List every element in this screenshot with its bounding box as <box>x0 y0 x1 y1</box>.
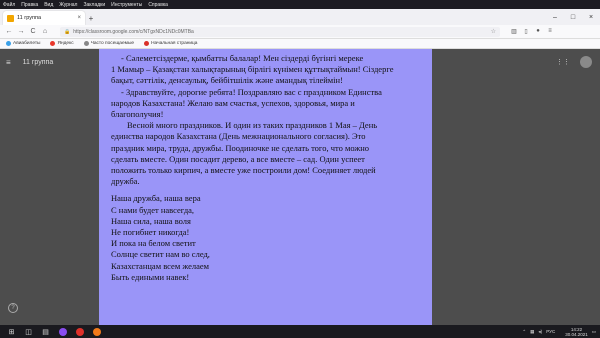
menu-item-tools[interactable]: Инструменты <box>111 2 142 8</box>
yandex-browser-icon[interactable] <box>74 327 85 336</box>
bookmark-label: Яндекс <box>57 41 74 46</box>
network-icon[interactable]: ▦ <box>530 329 534 335</box>
poem-line: Казахстанцам всем желаем <box>111 260 210 271</box>
poem-line: Не погибнет никогда! <box>111 227 190 238</box>
bookmark-star-icon[interactable]: ☆ <box>491 28 496 35</box>
menu-bar: Файл Правка Вид Журнал Закладки Инструме… <box>0 0 600 9</box>
document-text: - Сәлеметсіздерме, қымбатты балалар! Мен… <box>111 53 429 283</box>
extension-icon[interactable]: ● <box>532 28 544 35</box>
apps-grid-icon[interactable]: ⋮⋮ <box>556 58 570 66</box>
language-indicator[interactable]: РУС <box>546 329 555 334</box>
doc-line: дружба. <box>111 176 140 187</box>
system-tray: ⌃ ▦ ◂) РУС 14:22 30.04.2021 ▭ <box>518 327 600 337</box>
bookmark-icon <box>50 41 56 46</box>
forward-button[interactable]: → <box>16 28 26 35</box>
volume-icon[interactable]: ◂) <box>538 329 542 335</box>
start-button[interactable]: ⊞ <box>6 327 17 336</box>
window-controls: – □ × <box>546 9 600 25</box>
menu-item-history[interactable]: Журнал <box>59 2 77 8</box>
menu-item-help[interactable]: Справка <box>148 2 168 8</box>
sidebar-icon[interactable]: ▯ <box>520 28 532 35</box>
poem-line: Наша дружба, наша вера <box>111 193 201 204</box>
lock-icon: 🔒 <box>64 28 71 35</box>
bookmark-aviabilety[interactable]: Авиабилеты <box>6 41 40 46</box>
reload-button[interactable]: C <box>28 28 38 35</box>
doc-line: благополучия! <box>111 109 164 120</box>
doc-line: народов Казахстана! Желаю вам счастья, у… <box>111 97 355 108</box>
bookmark-label: Часто посещаемые <box>90 41 135 46</box>
bookmarks-bar: Авиабилеты Яндекс Часто посещаемые Начал… <box>0 39 600 49</box>
doc-line: бақыт, сәттілік, денсаулық, бейбітшілік … <box>111 75 343 86</box>
poem-line: Солнце светит нам во след, <box>111 249 210 260</box>
menu-item-bookmarks[interactable]: Закладки <box>83 2 105 8</box>
document-viewer[interactable]: - Сәлеметсіздерме, қымбатты балалар! Мен… <box>99 49 432 325</box>
tab-title: 11 группа <box>17 15 42 21</box>
avatar[interactable] <box>580 56 592 68</box>
url-bar[interactable]: 🔒 https://classroom.google.com/c/NTgxNDc… <box>60 26 500 37</box>
taskbar: ⊞ ◫ ▤ ⌃ ▦ ◂) РУС 14:22 30.04.2021 ▭ <box>0 325 600 338</box>
poem-line: Наша сила, наша воля <box>111 215 191 226</box>
hamburger-menu-icon[interactable]: ≡ <box>6 58 11 67</box>
doc-line: праздник мира, труда, дружбы. Поодиночке… <box>111 142 370 153</box>
tray-chevron-icon[interactable]: ⌃ <box>522 329 526 335</box>
bookmark-icon <box>83 41 89 46</box>
task-view-icon[interactable]: ◫ <box>23 327 34 336</box>
maximize-button[interactable]: □ <box>564 14 582 21</box>
home-button[interactable]: ⌂ <box>40 28 50 35</box>
bookmark-most-visited[interactable]: Часто посещаемые <box>83 41 135 46</box>
menu-icon[interactable]: ≡ <box>544 28 556 35</box>
firefox-icon[interactable] <box>91 327 102 336</box>
files-icon[interactable]: ▤ <box>40 327 51 336</box>
bookmark-icon <box>6 41 11 46</box>
doc-line: положить только кирпич, а вместе уже пос… <box>111 165 376 176</box>
class-header: ≡ 11 группа <box>6 58 53 67</box>
toolbar-right: ▥ ▯ ● ≡ <box>508 28 556 35</box>
bookmark-label: Начальная страница <box>151 41 198 46</box>
bookmark-label: Авиабилеты <box>13 41 41 46</box>
bookmark-yandex[interactable]: Яндекс <box>50 41 74 46</box>
bookmark-home-page[interactable]: Начальная страница <box>144 41 197 46</box>
bookmark-icon <box>144 41 150 46</box>
minimize-button[interactable]: – <box>546 14 564 21</box>
doc-line: единства народов Казахстана (День межнац… <box>111 131 366 142</box>
help-icon[interactable]: ? <box>8 303 18 313</box>
tab-strip: 11 группа × + – □ × <box>0 9 600 25</box>
menu-item-view[interactable]: Вид <box>44 2 53 8</box>
doc-line: Весной много праздников. И один из таких… <box>127 120 378 131</box>
doc-line: 1 Мамыр – Қазақстан халықтарының бірлігі… <box>111 64 394 75</box>
poem-line: С нами будет навсегда, <box>111 204 195 215</box>
url-text: https://classroom.google.com/c/NTgxNDc1N… <box>73 28 194 35</box>
close-window-button[interactable]: × <box>582 14 600 21</box>
poem-line: Быть едиными навек! <box>111 271 190 282</box>
tab-classroom[interactable]: 11 группа × <box>3 11 85 25</box>
poem-line: И пока на белом светит <box>111 238 196 249</box>
class-title: 11 группа <box>22 59 54 66</box>
doc-line: - Сәлеметсіздерме, қымбатты балалар! Мен… <box>121 53 364 63</box>
alice-assistant-icon[interactable] <box>57 327 68 336</box>
tab-close-icon[interactable]: × <box>77 15 81 21</box>
doc-line: сделать вместе. Один посадит дерево, а в… <box>111 153 365 164</box>
back-button[interactable]: ← <box>4 28 14 35</box>
classroom-favicon-icon <box>7 14 14 22</box>
clock-date: 30.04.2021 <box>565 331 588 337</box>
new-tab-button[interactable]: + <box>85 11 97 25</box>
menu-item-file[interactable]: Файл <box>3 2 15 8</box>
clock[interactable]: 14:22 30.04.2021 <box>561 327 588 337</box>
notifications-icon[interactable]: ▭ <box>592 329 596 335</box>
menu-item-edit[interactable]: Правка <box>21 2 38 8</box>
navigation-bar: ← → C ⌂ 🔒 https://classroom.google.com/c… <box>0 25 600 39</box>
library-icon[interactable]: ▥ <box>508 28 520 35</box>
doc-line: - Здравствуйте, дорогие ребята! Поздравл… <box>121 86 382 97</box>
